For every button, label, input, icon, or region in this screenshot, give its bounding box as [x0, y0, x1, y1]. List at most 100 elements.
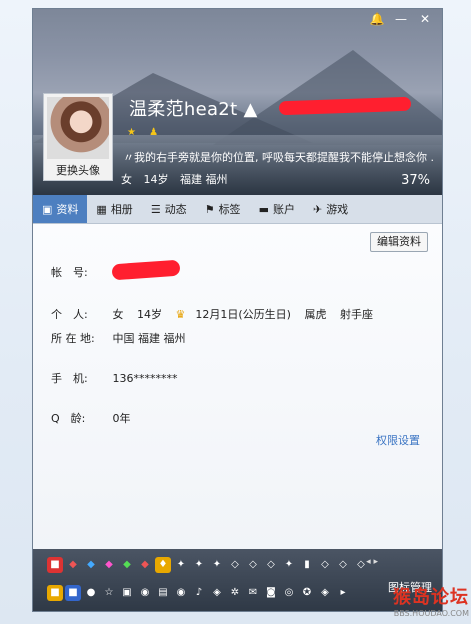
gear-icon[interactable]: ✲: [227, 585, 243, 601]
qage-value: 0年: [112, 412, 131, 425]
diamond-icon[interactable]: ◇: [227, 557, 243, 573]
tab-account[interactable]: ▬ 账户: [250, 195, 304, 223]
tab-bar: ▣ 资料 ▦ 相册 ☰ 动态 ⚑ 标签 ▬ 账户 ✈ 游戏: [33, 195, 442, 224]
profile-window: 🔔 — ✕ 更换头像 温柔范hea2t ▲ ★ ♟ 〃我的右手旁就是你的位置, …: [32, 8, 443, 612]
phone-label: 手 机:: [51, 372, 88, 385]
diamond-icon[interactable]: ◇: [335, 557, 351, 573]
diamond-icon[interactable]: ◆: [83, 557, 99, 573]
badge-icon[interactable]: ■: [47, 585, 63, 601]
app-icon[interactable]: ▤: [155, 585, 171, 601]
tab-tags[interactable]: ⚑ 标签: [196, 195, 250, 223]
badges: ★ ♟: [127, 127, 168, 138]
tab-label: 标签: [218, 203, 241, 216]
nickname: 温柔范hea2t ▲: [129, 99, 258, 120]
watermark-logo: 猴岛论坛: [393, 587, 469, 608]
mail-icon[interactable]: ✉: [245, 585, 261, 601]
card-icon: ▣: [42, 202, 53, 216]
personal-row: 个 人: 女 14岁 ♛ 12月1日(公历生日) 属虎 射手座: [51, 306, 383, 322]
phone-icon[interactable]: ▮: [299, 557, 315, 573]
diamond-icon[interactable]: ◆: [65, 557, 81, 573]
chevron-right-icon[interactable]: ▸: [335, 585, 351, 601]
badge-icon[interactable]: ■: [65, 585, 81, 601]
icon-row: ■ ■ ● ☆ ▣ ◉ ▤ ◉ ♪ ◈ ✲ ✉ ◙ ◎ ✪ ◈ ▸: [47, 585, 351, 601]
badge-icon[interactable]: ■: [47, 557, 63, 573]
close-button[interactable]: ✕: [414, 11, 436, 27]
avatar-image: [47, 97, 109, 159]
tab-info[interactable]: ▣ 资料: [33, 195, 88, 223]
star-icon[interactable]: ★: [127, 127, 136, 138]
tab-games[interactable]: ✈ 游戏: [304, 195, 357, 223]
wallet-icon: ▬: [258, 202, 269, 216]
gender: 女: [121, 173, 132, 186]
account-label: 帐 号:: [51, 266, 88, 279]
personal-label: 个 人:: [51, 308, 88, 321]
location-label: 所 在 地:: [51, 332, 95, 345]
chat-icon[interactable]: ◉: [173, 585, 189, 601]
diamond-icon[interactable]: ◆: [101, 557, 117, 573]
personal-sign: 射手座: [339, 308, 373, 321]
edit-profile-button[interactable]: 编辑资料: [370, 232, 428, 252]
tab-label: 游戏: [326, 203, 349, 216]
tab-feed[interactable]: ☰ 动态: [142, 195, 196, 223]
skin-icon[interactable]: 🔔: [366, 11, 388, 27]
tab-label: 相册: [110, 203, 133, 216]
photo-icon[interactable]: ▣: [119, 585, 135, 601]
diamond-icon[interactable]: ◇: [263, 557, 279, 573]
redaction-mark: [111, 259, 181, 281]
coin-icon[interactable]: ♦: [155, 557, 171, 573]
qage-row: Q 龄: 0年: [51, 410, 131, 426]
personal-age: 14岁: [137, 308, 162, 321]
location-row: 所 在 地: 中国 福建 福州: [51, 330, 186, 346]
diamond-icon[interactable]: ◆: [137, 557, 153, 573]
tab-album[interactable]: ▦ 相册: [87, 195, 141, 223]
diamond-icon[interactable]: ◇: [317, 557, 333, 573]
bird-icon[interactable]: ✦: [281, 557, 297, 573]
bird-icon[interactable]: ✦: [191, 557, 207, 573]
info-panel: 编辑资料 帐 号: 个 人: 女 14岁 ♛ 12月1日(公历生日) 属虎 射手座…: [33, 224, 442, 549]
basic-info: 女 14岁 福建 福州: [121, 171, 236, 187]
bird-icon[interactable]: ✦: [173, 557, 189, 573]
bird-icon[interactable]: ✦: [209, 557, 225, 573]
phone-row: 手 机: 136********: [51, 370, 178, 386]
personal-zodiac: 属虎: [304, 308, 327, 321]
photo-icon: ▦: [96, 202, 107, 216]
profile-completion[interactable]: 37%: [401, 173, 430, 188]
camera-icon[interactable]: ◙: [263, 585, 279, 601]
icon-bar: ■ ◆ ◆ ◆ ◆ ◆ ♦ ✦ ✦ ✦ ◇ ◇ ◇ ✦ ▮ ◇ ◇ ◇ ◂ ▸ …: [33, 549, 442, 611]
game-icon: ✈: [312, 202, 323, 216]
avatar[interactable]: 更换头像: [43, 93, 113, 181]
music-icon[interactable]: ♪: [191, 585, 207, 601]
tab-label: 资料: [56, 203, 79, 216]
minimize-button[interactable]: —: [390, 11, 412, 27]
age: 14岁: [143, 173, 169, 186]
watermark-url: BBS.HOUDAO.COM: [393, 609, 469, 618]
permission-settings-link[interactable]: 权限设置: [376, 432, 420, 448]
diamond-icon[interactable]: ◆: [119, 557, 135, 573]
shield-icon[interactable]: ◈: [317, 585, 333, 601]
account-row: 帐 号:: [51, 264, 109, 280]
icon-row: ■ ◆ ◆ ◆ ◆ ◆ ♦ ✦ ✦ ✦ ◇ ◇ ◇ ✦ ▮ ◇ ◇ ◇: [47, 557, 369, 573]
personal-birthday: 12月1日(公历生日): [195, 308, 291, 321]
signature[interactable]: 〃我的右手旁就是你的位置, 呼吸每天都提醒我不能停止想念你 .: [123, 149, 438, 165]
location: 福建 福州: [180, 173, 228, 186]
game-icon[interactable]: ✪: [299, 585, 315, 601]
qage-label: Q 龄:: [51, 412, 86, 425]
game-icon[interactable]: ◎: [281, 585, 297, 601]
star-icon[interactable]: ☆: [101, 585, 117, 601]
tab-label: 账户: [272, 203, 295, 216]
list-icon: ☰: [150, 202, 161, 216]
diamond-icon[interactable]: ◇: [245, 557, 261, 573]
personal-gender: 女: [112, 308, 124, 321]
bookmark-icon: ⚑: [204, 202, 215, 216]
qq-icon[interactable]: ●: [83, 585, 99, 601]
pawn-icon[interactable]: ♟: [149, 127, 158, 138]
phone-value: 136********: [112, 372, 178, 385]
shield-icon[interactable]: ◈: [209, 585, 225, 601]
chat-icon[interactable]: ◉: [137, 585, 153, 601]
titlebar-buttons: 🔔 — ✕: [366, 11, 436, 27]
watermark: 猴岛论坛 BBS.HOUDAO.COM: [393, 583, 469, 618]
location-value: 中国 福建 福州: [112, 332, 186, 345]
icon-scroll-arrows[interactable]: ◂ ▸: [366, 557, 378, 567]
profile-header: 🔔 — ✕ 更换头像 温柔范hea2t ▲ ★ ♟ 〃我的右手旁就是你的位置, …: [33, 9, 442, 195]
change-avatar-button[interactable]: 更换头像: [44, 162, 112, 178]
